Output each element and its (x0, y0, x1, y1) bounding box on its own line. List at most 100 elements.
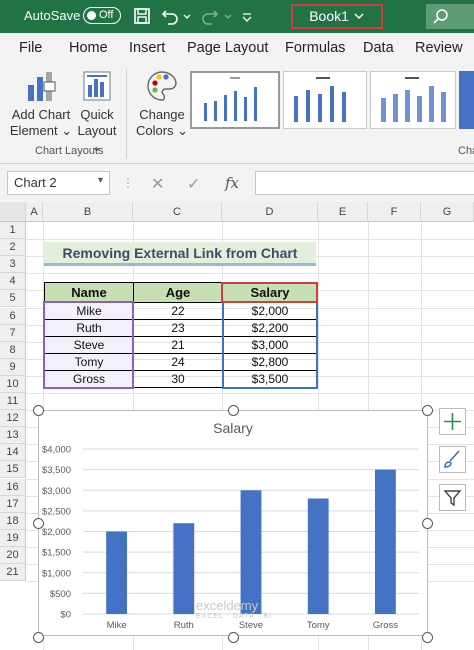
formula-bar: Chart 2 ▾ ⋮ ✕ ✓ fx (0, 164, 474, 202)
cancel-icon[interactable]: ✕ (151, 174, 164, 194)
row-header[interactable]: 5 (0, 290, 26, 308)
name-box[interactable]: Chart 2 ▾ (7, 171, 110, 195)
undo-icon[interactable] (160, 6, 180, 26)
header-name[interactable]: Name (44, 282, 134, 303)
tab-data[interactable]: Data (363, 40, 394, 56)
chevron-down-icon[interactable]: ▾ (98, 175, 103, 186)
formula-input[interactable] (255, 171, 474, 195)
tab-home[interactable]: Home (69, 40, 108, 56)
row-header[interactable]: 17 (0, 495, 26, 513)
row-header[interactable]: 12 (0, 410, 26, 428)
row-header[interactable]: 2 (0, 239, 26, 257)
gridline (26, 273, 474, 275)
gridline (26, 239, 474, 241)
undo-dropdown-icon[interactable] (181, 6, 193, 26)
row-header[interactable]: 3 (0, 256, 26, 274)
select-all-corner[interactable] (0, 202, 26, 222)
brush-icon (444, 450, 460, 468)
row-header[interactable]: 19 (0, 529, 26, 547)
quick-layout-label-1: Quick (80, 107, 114, 122)
autosave-toggle[interactable]: Off (83, 7, 121, 24)
resize-handle[interactable] (228, 405, 239, 416)
header-age[interactable]: Age (133, 282, 223, 303)
y-tick-label: $2,000 (42, 527, 71, 538)
tab-review[interactable]: Review (415, 40, 463, 56)
add-chart-element-label-2: Element ⌄ (9, 123, 73, 138)
save-icon[interactable] (132, 6, 152, 26)
cell-age[interactable]: 30 (133, 370, 223, 388)
y-tick-label: $2,500 (42, 506, 71, 517)
cell-age[interactable]: 23 (133, 319, 223, 337)
change-colors-button[interactable]: Change Colors ⌄ (134, 69, 190, 139)
cell-age[interactable]: 24 (133, 353, 223, 371)
row-header[interactable]: 18 (0, 512, 26, 530)
row-header[interactable]: 21 (0, 564, 26, 581)
palette-icon (147, 71, 177, 101)
resize-handle[interactable] (33, 632, 44, 643)
add-chart-element-button[interactable]: Add Chart Element ⌄ (8, 69, 74, 139)
resize-handle[interactable] (422, 632, 433, 643)
tab-page-layout[interactable]: Page Layout (187, 40, 268, 56)
col-header[interactable]: C (133, 202, 222, 222)
row-header[interactable]: 10 (0, 375, 26, 393)
row-header[interactable]: 15 (0, 461, 26, 479)
customize-toolbar-icon[interactable] (240, 6, 254, 26)
col-header[interactable]: E (318, 202, 368, 222)
row-header[interactable]: 20 (0, 546, 26, 564)
filter-icon (443, 490, 462, 507)
row-header[interactable]: 9 (0, 358, 26, 376)
chart-style-2[interactable] (283, 71, 367, 129)
y-tick-label: $4,000 (42, 445, 71, 456)
sheet-title[interactable]: Removing External Link from Chart (44, 242, 316, 266)
workbook-name[interactable]: Book1 (291, 4, 383, 29)
row-header[interactable]: 6 (0, 307, 26, 325)
bar-ruth (173, 523, 195, 614)
col-header[interactable]: G (421, 202, 474, 222)
col-header[interactable]: A (26, 202, 43, 222)
tab-formulas[interactable]: Formulas (285, 40, 345, 56)
resize-handle[interactable] (33, 405, 44, 416)
x-tick-label: Ruth (174, 620, 194, 631)
search-box[interactable] (426, 4, 474, 29)
redo-dropdown-icon (224, 14, 232, 19)
row-header[interactable]: 13 (0, 427, 26, 445)
category-range-highlight (43, 301, 134, 389)
chart-style-3[interactable] (370, 71, 456, 129)
x-tick-label: Tomy (307, 620, 330, 631)
col-header[interactable]: F (368, 202, 421, 222)
chart-filters-button[interactable] (439, 484, 466, 511)
series-name-highlight (221, 282, 318, 303)
y-tick-label: $3,500 (42, 465, 71, 476)
worksheet-grid[interactable]: A B C D E F G 1 2 3 4 5 6 7 8 9 10 11 12 13 14 15 16 17 1… (0, 202, 474, 650)
chart-style-4[interactable] (459, 71, 474, 129)
more-options-icon: ⋮ (122, 176, 134, 190)
row-header[interactable]: 16 (0, 478, 26, 496)
chart-styles-button[interactable] (439, 446, 466, 473)
tab-file[interactable]: File (19, 40, 42, 56)
col-header[interactable]: D (222, 202, 318, 222)
tab-insert[interactable]: Insert (129, 40, 165, 56)
row-header[interactable]: 14 (0, 444, 26, 462)
row-header[interactable]: 7 (0, 324, 26, 342)
resize-handle[interactable] (33, 518, 44, 529)
resize-handle[interactable] (228, 632, 239, 643)
row-header[interactable]: 1 (0, 222, 26, 239)
watermark-tagline: EXCEL · DATA · BI (196, 613, 272, 620)
chart-title: Salary (213, 420, 253, 436)
enter-icon[interactable]: ✓ (187, 174, 200, 194)
cell-age[interactable]: 21 (133, 336, 223, 354)
resize-handle[interactable] (422, 405, 433, 416)
chart-elements-button[interactable] (439, 408, 466, 435)
ribbon: Add Chart Element ⌄ Quick Layout ⌄ Chart… (0, 63, 474, 164)
redo-icon[interactable] (200, 6, 220, 26)
row-header[interactable]: 4 (0, 273, 26, 291)
row-header[interactable]: 8 (0, 341, 26, 359)
col-header[interactable]: B (43, 202, 133, 222)
quick-layout-button[interactable]: Quick Layout ⌄ (74, 69, 120, 155)
gridline (26, 393, 474, 394)
resize-handle[interactable] (422, 518, 433, 529)
insert-function-icon[interactable]: fx (225, 174, 239, 192)
chart-style-1[interactable] (190, 71, 280, 129)
row-header[interactable]: 11 (0, 393, 26, 410)
cell-age[interactable]: 22 (133, 302, 223, 320)
